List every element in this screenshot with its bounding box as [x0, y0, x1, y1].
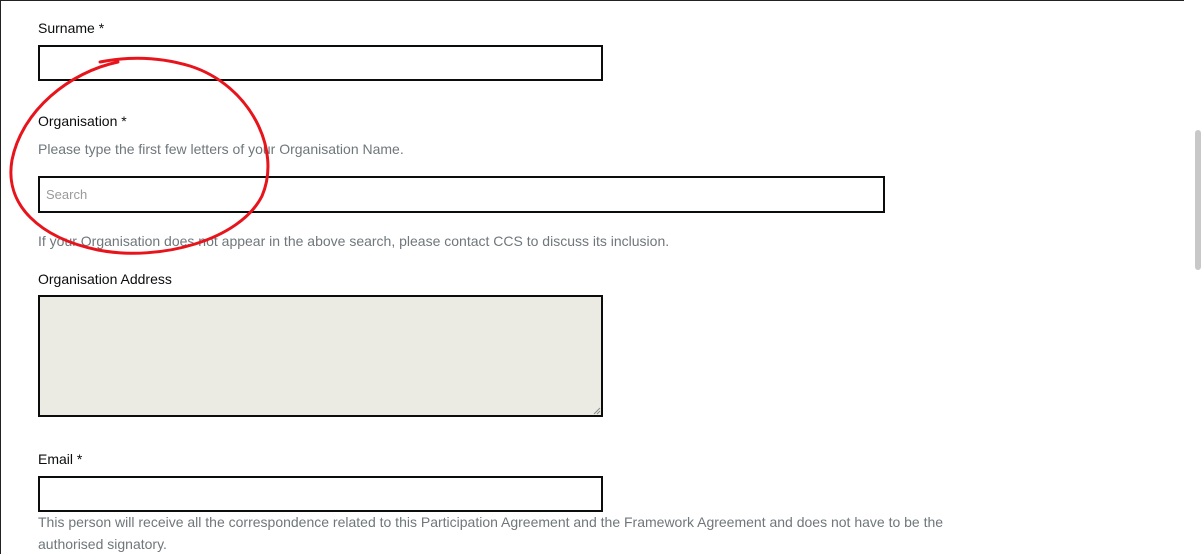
organisation-address-textarea: [38, 295, 603, 417]
email-hint-line-1: This person will receive all the corresp…: [38, 514, 944, 530]
surname-label: Surname *: [38, 20, 105, 36]
email-input[interactable]: [38, 476, 603, 512]
organisation-hint: Please type the first few letters of you…: [38, 141, 404, 157]
scrollbar-track[interactable]: [1184, 0, 1201, 556]
email-label: Email *: [38, 451, 83, 467]
surname-input[interactable]: [38, 45, 603, 81]
organisation-not-found-note: If your Organisation does not appear in …: [38, 233, 670, 249]
organisation-search-input[interactable]: [38, 176, 885, 213]
resize-grip-icon[interactable]: [593, 407, 601, 415]
organisation-label: Organisation *: [38, 113, 127, 129]
organisation-address-label: Organisation Address: [38, 271, 172, 287]
email-hint-line-2: authorised signatory.: [38, 536, 167, 552]
participation-form: Surname * Organisation * Please type the…: [0, 0, 1180, 556]
scrollbar-thumb[interactable]: [1195, 130, 1201, 270]
